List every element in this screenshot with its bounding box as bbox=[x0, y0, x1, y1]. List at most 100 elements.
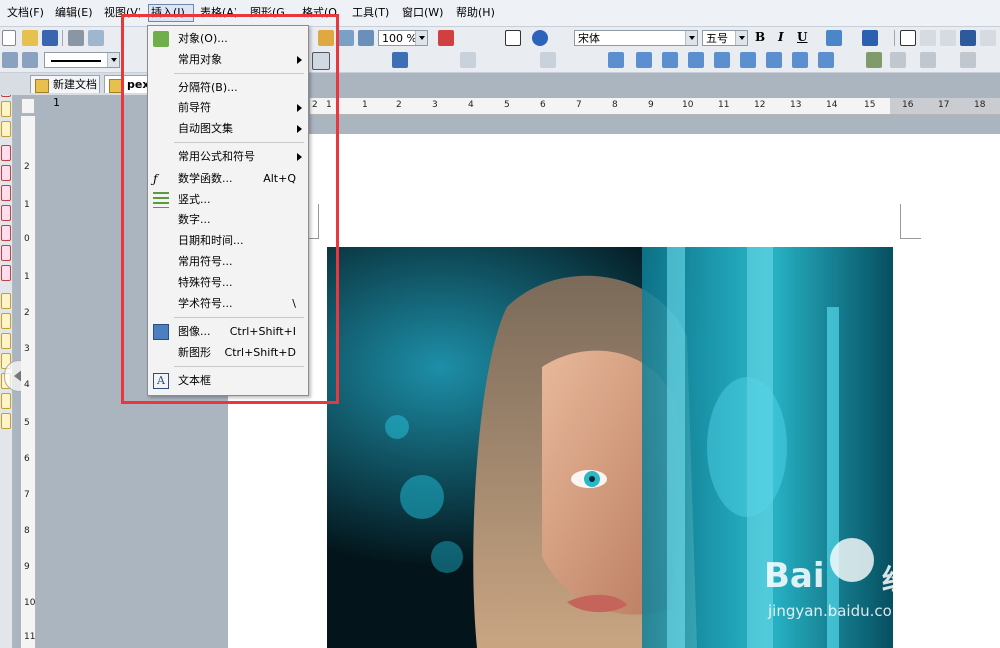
ruler-number: 3 bbox=[432, 100, 438, 110]
ruler-number: 10 bbox=[24, 598, 36, 608]
ruler-number: 5 bbox=[504, 100, 510, 110]
document-icon bbox=[35, 79, 49, 93]
tool-icon[interactable] bbox=[1, 205, 11, 221]
eraser-icon[interactable] bbox=[1, 121, 11, 137]
help-icon[interactable] bbox=[532, 30, 548, 46]
menu-edit[interactable]: 编辑(E) bbox=[55, 5, 93, 21]
pencil-icon[interactable] bbox=[1, 313, 11, 329]
tab-label: 新建文档1 bbox=[53, 78, 97, 109]
shape-icon[interactable] bbox=[688, 52, 704, 68]
insert-table-icon[interactable] bbox=[438, 30, 454, 46]
justify-icon[interactable] bbox=[960, 30, 976, 46]
open-folder-icon[interactable] bbox=[22, 30, 38, 46]
table-grid-icon[interactable] bbox=[392, 52, 408, 68]
align-right-icon[interactable] bbox=[940, 30, 956, 46]
ruler-number: 1 bbox=[24, 272, 30, 282]
shape-icon[interactable] bbox=[608, 52, 624, 68]
ruler-number: 2 bbox=[396, 100, 402, 110]
menu-window[interactable]: 窗口(W) bbox=[402, 5, 443, 21]
align-left-icon[interactable] bbox=[900, 30, 916, 46]
style-icon[interactable] bbox=[22, 52, 38, 68]
pencil-icon[interactable] bbox=[1, 393, 11, 409]
new-document-icon[interactable] bbox=[2, 30, 16, 46]
chevron-down-icon[interactable] bbox=[415, 31, 427, 45]
shape-icon[interactable] bbox=[636, 52, 652, 68]
font-name-combo[interactable]: 宋体 bbox=[574, 30, 698, 46]
pencil-icon[interactable] bbox=[1, 293, 11, 309]
ruler-number: 0 bbox=[24, 234, 30, 244]
pilcrow-icon[interactable] bbox=[505, 30, 521, 46]
align-center-icon[interactable] bbox=[920, 30, 936, 46]
ruler-number: 9 bbox=[24, 562, 30, 572]
tool-icon[interactable] bbox=[1, 265, 11, 281]
shape-icon[interactable] bbox=[766, 52, 782, 68]
tool-icon[interactable] bbox=[1, 185, 11, 201]
picture-frame-icon[interactable] bbox=[866, 52, 882, 68]
ruler-corner[interactable] bbox=[21, 98, 35, 114]
edit-icon[interactable] bbox=[2, 52, 18, 68]
shape-icon[interactable] bbox=[792, 52, 808, 68]
ruler-number: 18 bbox=[974, 100, 986, 110]
ruler-number: 5 bbox=[24, 418, 30, 428]
distribute-icon[interactable] bbox=[980, 30, 996, 46]
shape-icon[interactable] bbox=[662, 52, 678, 68]
tool-icon[interactable] bbox=[1, 225, 11, 241]
ruler-number: 9 bbox=[648, 100, 654, 110]
menu-document[interactable]: 文档(F) bbox=[7, 5, 44, 21]
ruler-number: 1 bbox=[24, 200, 30, 210]
underline-button[interactable]: U bbox=[797, 30, 807, 44]
zoom-out-icon[interactable] bbox=[358, 30, 374, 46]
italic-button[interactable]: I bbox=[778, 30, 784, 44]
shape-icon[interactable] bbox=[818, 52, 834, 68]
shape-icon[interactable] bbox=[740, 52, 756, 68]
ruler-number: 13 bbox=[790, 100, 802, 110]
save-icon[interactable] bbox=[42, 30, 58, 46]
ruler-number: 3 bbox=[24, 344, 30, 354]
pencil-icon[interactable] bbox=[1, 413, 11, 429]
paw-icon bbox=[830, 538, 874, 582]
horizontal-ruler[interactable]: 2 1 1 2 3 4 5 6 7 8 9 10 11 12 13 14 15 … bbox=[310, 98, 1000, 115]
ruler-number: 4 bbox=[468, 100, 474, 110]
split-icon[interactable] bbox=[540, 52, 556, 68]
tool-icon[interactable] bbox=[1, 165, 11, 181]
pencil-icon[interactable] bbox=[1, 101, 11, 117]
zoom-combo[interactable]: 100 % bbox=[378, 30, 428, 46]
menu-tools[interactable]: 工具(T) bbox=[352, 5, 389, 21]
print-icon[interactable] bbox=[68, 30, 84, 46]
ruler-number: 7 bbox=[24, 490, 30, 500]
layer-icon[interactable] bbox=[890, 52, 906, 68]
ruler-number: 10 bbox=[682, 100, 694, 110]
flip-icon[interactable] bbox=[960, 52, 976, 68]
watermark-url: jingyan.baidu.com bbox=[768, 602, 907, 620]
tab-document-1[interactable]: 新建文档1 bbox=[30, 75, 100, 109]
line-style-combo[interactable] bbox=[44, 52, 120, 68]
watermark-brand-2: 经验 bbox=[882, 563, 939, 596]
tool-icon[interactable] bbox=[1, 245, 11, 261]
font-size-combo[interactable]: 五号 bbox=[702, 30, 748, 46]
tool-icon[interactable] bbox=[1, 145, 11, 161]
zoom-in-icon[interactable] bbox=[338, 30, 354, 46]
vertical-ruler[interactable]: 2 1 0 1 2 3 4 5 6 7 8 9 10 11 bbox=[21, 116, 36, 648]
chevron-down-icon[interactable] bbox=[735, 31, 747, 45]
ruler-number: 16 bbox=[902, 100, 914, 110]
menu-help[interactable]: 帮助(H) bbox=[456, 5, 495, 21]
zoom-value: 100 % bbox=[382, 32, 417, 45]
print-preview-icon[interactable] bbox=[88, 30, 104, 46]
ruler-number: 11 bbox=[718, 100, 730, 110]
font-color-icon[interactable] bbox=[862, 30, 878, 46]
rotate-icon[interactable] bbox=[920, 52, 936, 68]
ruler-number: 11 bbox=[24, 632, 36, 642]
ruler-number: 17 bbox=[938, 100, 950, 110]
ruler-number: 8 bbox=[612, 100, 618, 110]
ruler-number: 6 bbox=[540, 100, 546, 110]
margin-mark bbox=[900, 204, 921, 239]
cell-icon[interactable] bbox=[460, 52, 476, 68]
pencil-icon[interactable] bbox=[1, 333, 11, 349]
chevron-down-icon[interactable] bbox=[107, 53, 119, 67]
chevron-down-icon[interactable] bbox=[685, 31, 697, 45]
bold-button[interactable]: B bbox=[755, 30, 765, 44]
highlight-color-icon[interactable] bbox=[826, 30, 842, 46]
ruler-number: 6 bbox=[24, 454, 30, 464]
ruler-number: 2 bbox=[24, 308, 30, 318]
shape-icon[interactable] bbox=[714, 52, 730, 68]
